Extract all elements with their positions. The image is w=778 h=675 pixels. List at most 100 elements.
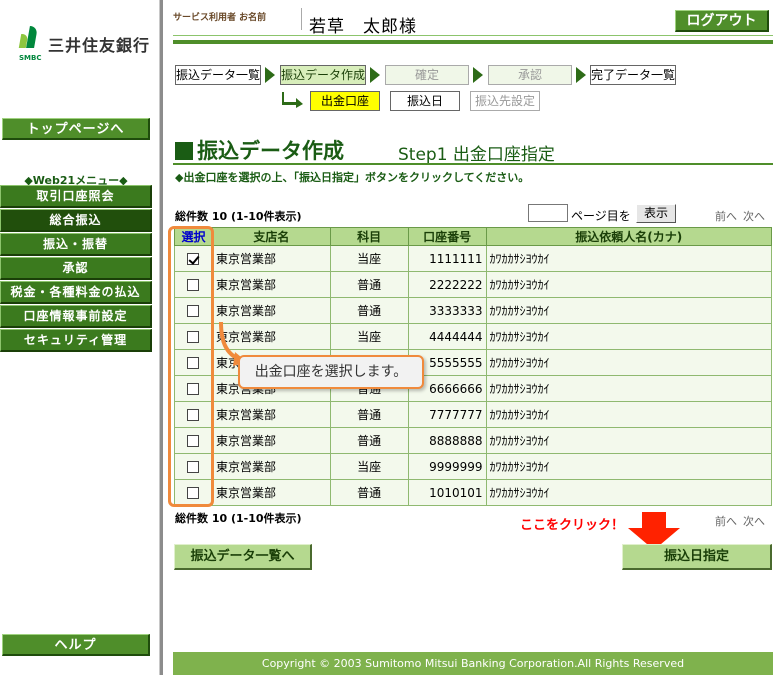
col-select: 選択	[174, 227, 213, 246]
table-row: 東京営業部 当座 1111111 ｶﾜｶｶｻｼﾖｳｶｲ	[174, 245, 773, 272]
row-type: 普通	[329, 401, 409, 428]
logout-button[interactable]: ログアウト	[675, 10, 769, 32]
header-rule	[173, 40, 773, 44]
next-link[interactable]: 次へ	[743, 210, 765, 223]
row-account-number: 2222222	[407, 271, 487, 298]
row-type: 当座	[329, 453, 409, 480]
row-checkbox[interactable]	[187, 409, 200, 421]
col-branch: 支店名	[211, 227, 331, 246]
col-account-number: 口座番号	[407, 227, 487, 246]
row-select-cell	[174, 323, 213, 350]
show-page-button[interactable]: 表示	[636, 204, 676, 223]
table-row: 東京営業部 普通 7777777 ｶﾜｶｶｻｼﾖｳｶｲ	[174, 401, 773, 428]
footer-copyright: Copyright © 2003 Sumitomo Mitsui Banking…	[173, 652, 773, 675]
row-requester-name: ｶﾜｶｶｻｼﾖｳｶｲ	[485, 479, 773, 506]
row-checkbox[interactable]	[187, 357, 200, 369]
step-confirm: 確定	[385, 65, 469, 85]
prev-link[interactable]: 前へ	[715, 515, 737, 528]
sidebar-item-approval[interactable]: 承認	[0, 257, 152, 280]
table-row: 東京営業部 普通 3333333 ｶﾜｶｶｻｼﾖｳｶｲ	[174, 297, 773, 324]
substep-payee-setup: 振込先設定	[470, 91, 540, 111]
sidebar-item-account-settings[interactable]: 口座情報事前設定	[0, 305, 152, 328]
row-select-cell	[174, 271, 213, 298]
row-branch: 東京営業部	[211, 453, 331, 480]
back-to-list-button[interactable]: 振込データ一覧へ	[174, 544, 312, 570]
row-select-cell	[174, 245, 213, 272]
row-requester-name: ｶﾜｶｶｻｼﾖｳｶｲ	[485, 375, 773, 402]
user-name: 若草 太郎様	[309, 17, 417, 37]
row-checkbox[interactable]	[187, 435, 200, 447]
step-arrow-icon	[265, 67, 275, 83]
step-arrow-icon	[370, 67, 380, 83]
row-select-cell	[174, 349, 213, 376]
row-type: 普通	[329, 427, 409, 454]
row-branch: 東京営業部	[211, 245, 331, 272]
header: サービス利用者 お名前 若草 太郎様 ログアウト	[173, 6, 773, 44]
header-separator	[301, 8, 302, 30]
user-label: サービス利用者 お名前	[173, 13, 267, 23]
click-here-hint: ここをクリック！	[520, 518, 625, 533]
instruction-text: ◆出金口座を選択の上、「振込日指定」ボタンをクリックしてください。	[175, 171, 530, 184]
step-create-data: 振込データ作成	[280, 65, 366, 85]
sidebar-menu: 取引口座照会 総合振込 振込・振替 承認 税金・各種料金の払込 口座情報事前設定…	[0, 185, 152, 353]
row-select-cell	[174, 453, 213, 480]
row-branch: 東京営業部	[211, 479, 331, 506]
substep-transfer-date: 振込日	[390, 91, 460, 111]
sidebar: 三井住友銀行 SMBC トップページへ ◆Web21メニュー◆ 取引口座照会 総…	[0, 0, 160, 675]
pager-top: 前へ 次へ	[715, 208, 771, 224]
table-row: 東京営業部 当座 9999999 ｶﾜｶｶｻｼﾖｳｶｲ	[174, 453, 773, 480]
row-select-cell	[174, 297, 213, 324]
row-account-number: 1111111	[407, 245, 487, 272]
next-link[interactable]: 次へ	[743, 515, 765, 528]
page-title: 振込データ作成	[175, 135, 344, 165]
row-type: 普通	[329, 297, 409, 324]
table-row: 東京営業部 当座 4444444 ｶﾜｶｶｻｼﾖｳｶｲ	[174, 323, 773, 350]
bank-name: 三井住友銀行	[48, 36, 151, 55]
row-requester-name: ｶﾜｶｶｻｼﾖｳｶｲ	[485, 245, 773, 272]
sidebar-divider	[159, 0, 163, 675]
row-account-number: 4444444	[407, 323, 487, 350]
row-checkbox[interactable]	[187, 461, 200, 473]
row-type: 普通	[329, 271, 409, 298]
table-row: 東京営業部 普通 1010101 ｶﾜｶｶｻｼﾖｳｶｲ	[174, 479, 773, 506]
col-requester-name: 振込依頼人名(カナ)	[485, 227, 773, 246]
row-account-number: 3333333	[407, 297, 487, 324]
select-callout: 出金口座を選択します。	[238, 355, 424, 389]
top-page-button[interactable]: トップページへ	[2, 118, 150, 140]
sidebar-item-tax-payment[interactable]: 税金・各種料金の払込	[0, 281, 152, 304]
row-checkbox[interactable]	[187, 279, 200, 291]
row-checkbox[interactable]	[187, 305, 200, 317]
row-account-number: 7777777	[407, 401, 487, 428]
table-row: 東京営業部 普通 2222222 ｶﾜｶｶｻｼﾖｳｶｲ	[174, 271, 773, 298]
page-number-input[interactable]	[528, 204, 568, 222]
row-branch: 東京営業部	[211, 427, 331, 454]
step-approve: 承認	[488, 65, 572, 85]
sidebar-item-bulk-transfer[interactable]: 総合振込	[0, 209, 152, 232]
smbc-logo: 三井住友銀行 SMBC	[18, 26, 158, 66]
sidebar-item-account-inquiry[interactable]: 取引口座照会	[0, 185, 152, 208]
row-checkbox[interactable]	[187, 331, 200, 343]
row-requester-name: ｶﾜｶｶｻｼﾖｳｶｲ	[485, 349, 773, 376]
row-checkbox[interactable]	[187, 253, 200, 265]
designate-date-button[interactable]: 振込日指定	[622, 544, 772, 570]
title-underline	[173, 163, 773, 165]
row-checkbox[interactable]	[187, 383, 200, 395]
sidebar-item-transfer[interactable]: 振込・振替	[0, 233, 152, 256]
row-requester-name: ｶﾜｶｶｻｼﾖｳｶｲ	[485, 453, 773, 480]
header-rule-thin	[173, 35, 773, 36]
row-select-cell	[174, 479, 213, 506]
help-button[interactable]: ヘルプ	[2, 634, 150, 656]
step-title: Step1 出金口座指定	[398, 145, 555, 165]
substep-withdraw-account: 出金口座	[310, 91, 380, 111]
substep-arrow-icon	[282, 92, 303, 108]
row-checkbox[interactable]	[187, 487, 200, 499]
row-branch: 東京営業部	[211, 271, 331, 298]
step-transfer-list[interactable]: 振込データ一覧	[175, 65, 261, 85]
step-completed-list[interactable]: 完了データ一覧	[590, 65, 676, 85]
row-account-number: 8888888	[407, 427, 487, 454]
sidebar-item-security[interactable]: セキュリティ管理	[0, 329, 152, 352]
prev-link[interactable]: 前へ	[715, 210, 737, 223]
row-select-cell	[174, 375, 213, 402]
total-count-top: 総件数 10 (1-10件表示)	[175, 210, 302, 223]
table-header-row: 選択 支店名 科目 口座番号 振込依頼人名(カナ)	[174, 227, 773, 246]
